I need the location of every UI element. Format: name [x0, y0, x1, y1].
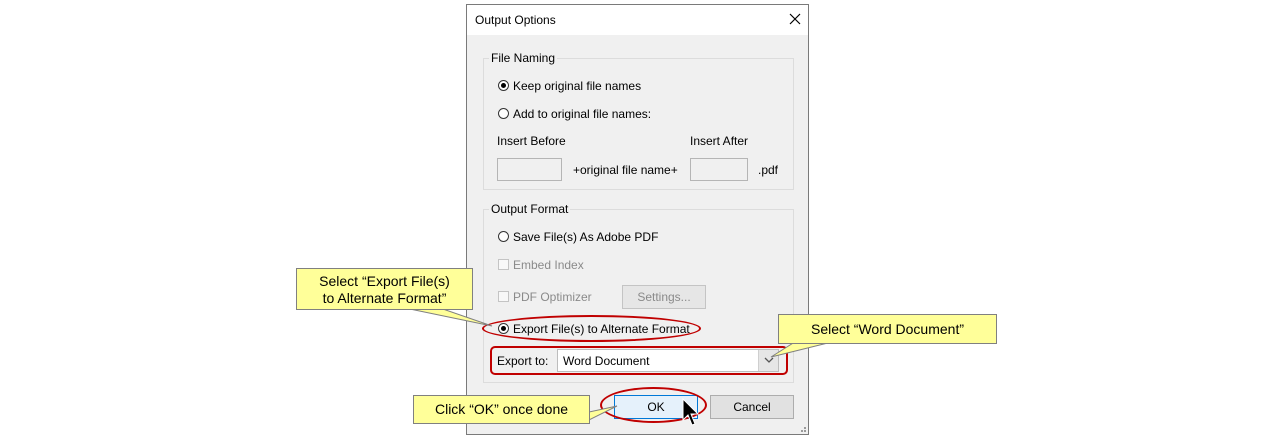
callout-pointer-export: [404, 307, 493, 327]
callout-select-export-line2: to Alternate Format”: [322, 290, 447, 306]
mouse-cursor-icon: [682, 398, 700, 426]
callout-connectors: [404, 307, 841, 421]
callout-click-ok: Click “OK” once done: [413, 395, 590, 424]
callout-select-word: Select “Word Document”: [778, 314, 997, 344]
callout-select-export: Select “Export File(s) to Alternate Form…: [296, 268, 473, 310]
callout-pointer-ok: [588, 405, 618, 421]
callout-select-word-text: Select “Word Document”: [810, 321, 964, 337]
callout-select-export-line1: Select “Export File(s): [319, 273, 450, 289]
callout-click-ok-text: Click “OK” once done: [434, 401, 569, 417]
